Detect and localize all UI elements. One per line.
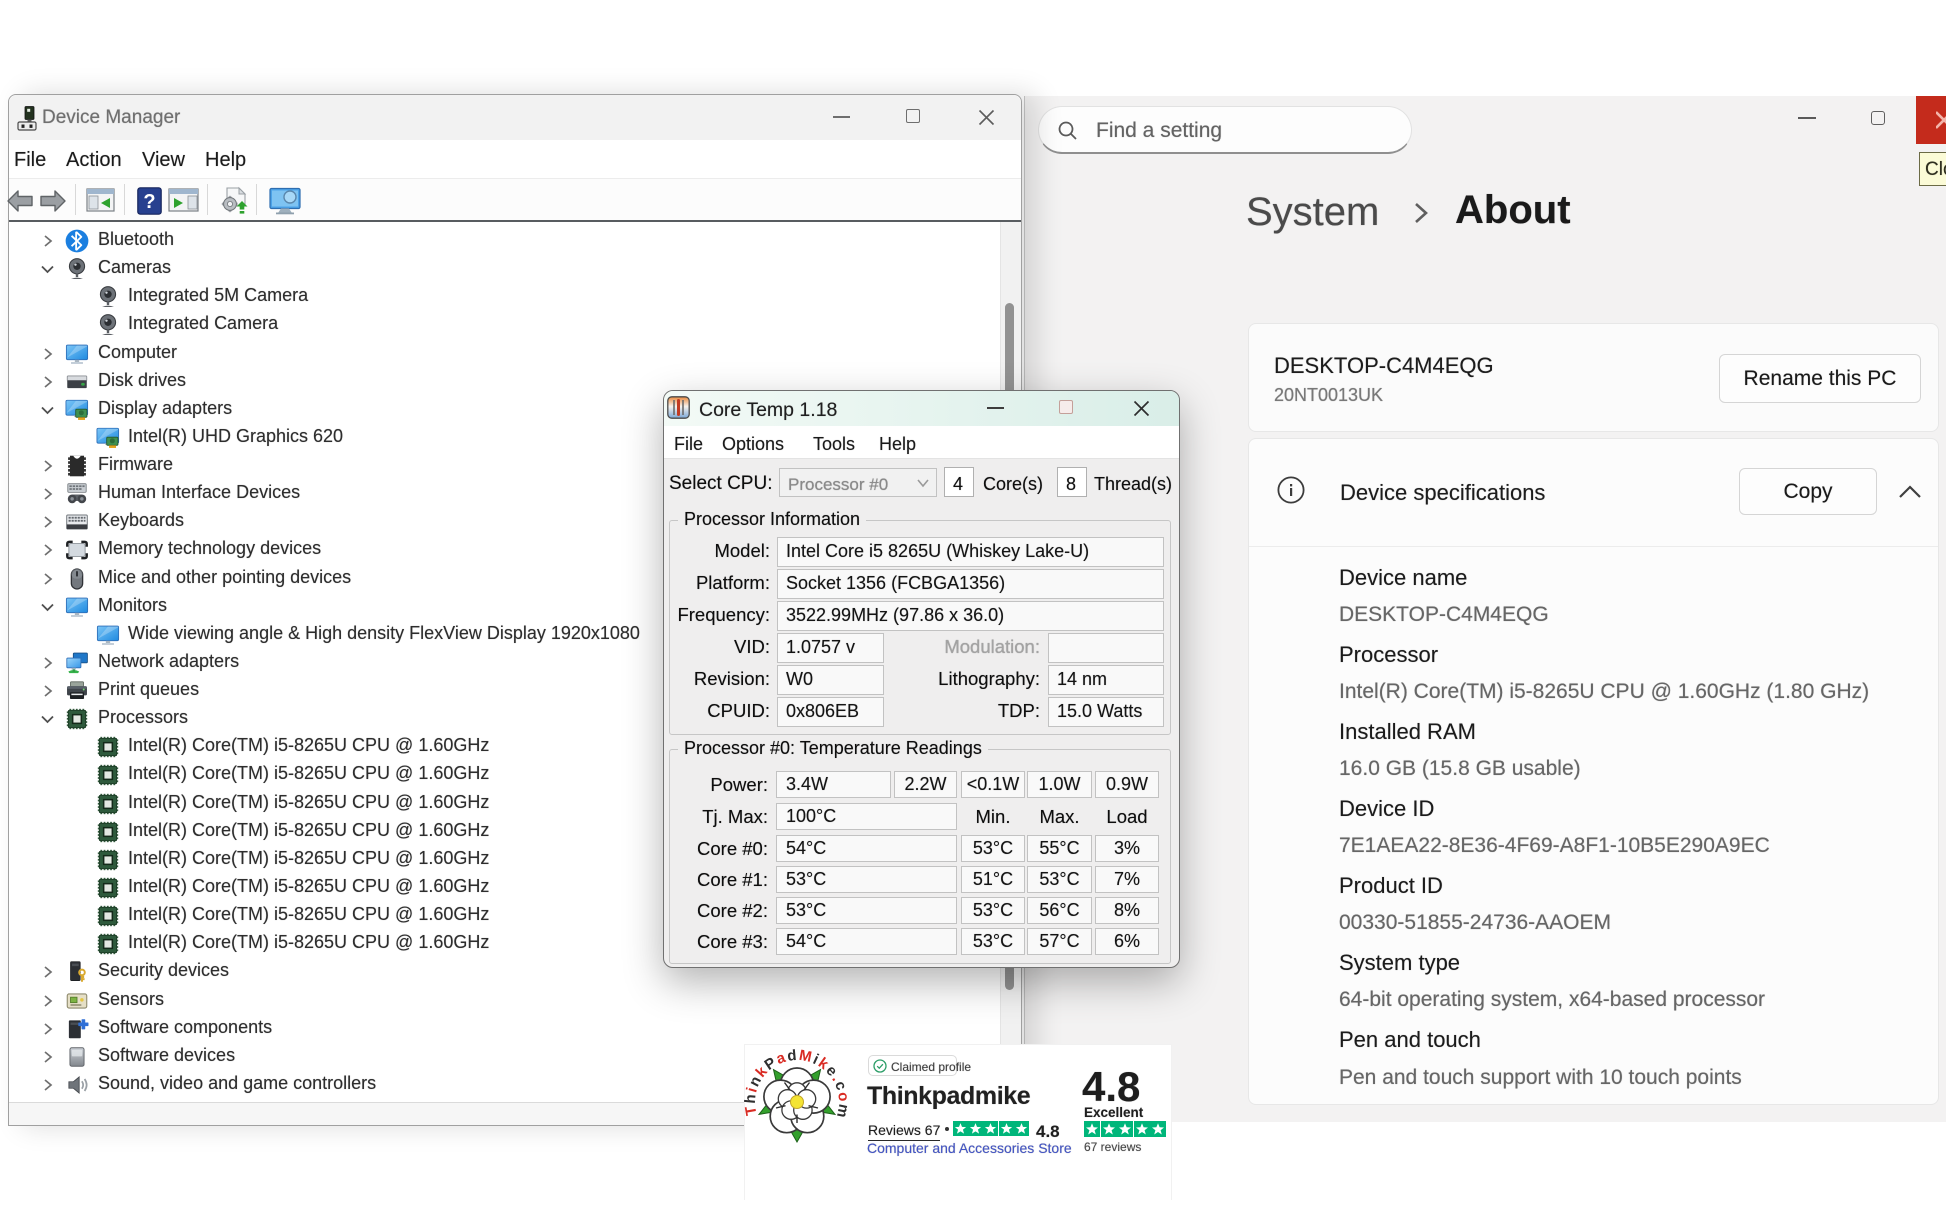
svg-text:?: ? <box>143 191 155 213</box>
